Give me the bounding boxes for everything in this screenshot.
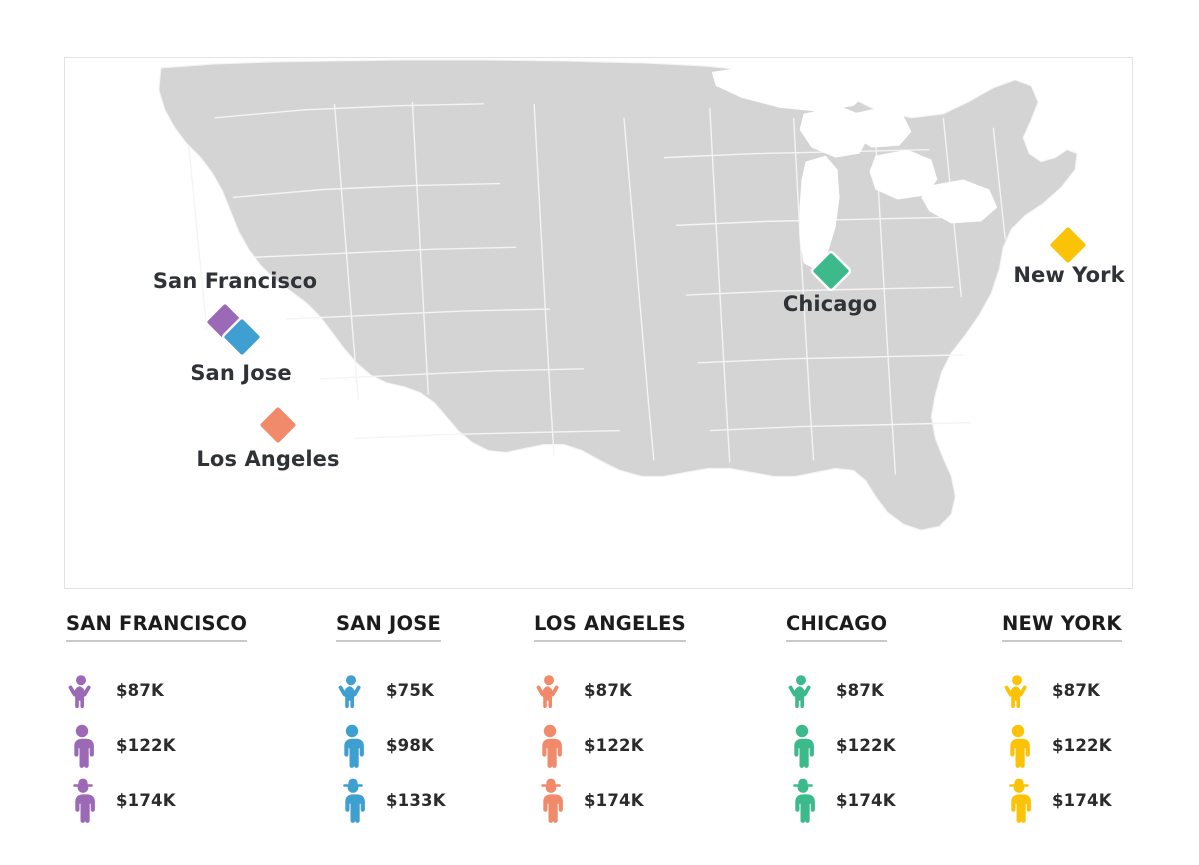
child-figure-icon xyxy=(68,674,91,708)
child-figure-icon xyxy=(1002,674,1042,708)
legend-value: $174K xyxy=(116,791,176,810)
legend-rows: $87K $122K $174K xyxy=(66,663,247,828)
city-label-san-francisco: San Francisco xyxy=(152,269,318,293)
legend-row: $174K xyxy=(1002,773,1122,828)
city-label-chicago: Chicago xyxy=(782,292,878,316)
adult-figure-icon xyxy=(344,724,364,768)
legend-row: $174K xyxy=(786,773,896,828)
legend-row: $122K xyxy=(66,718,247,773)
legend-value: $87K xyxy=(836,681,885,700)
adult-figure-icon xyxy=(1010,724,1030,768)
hatted-figure-icon xyxy=(73,778,95,823)
hatted-figure-icon xyxy=(336,778,376,824)
legend-value: $75K xyxy=(386,681,435,700)
child-figure-icon xyxy=(788,674,811,708)
legend-value: $133K xyxy=(386,791,446,810)
legend-row: $98K xyxy=(336,718,446,773)
legend-value: $87K xyxy=(1052,681,1101,700)
child-figure-icon xyxy=(534,674,574,708)
legend-value: $122K xyxy=(836,736,896,755)
map-panel: San Francisco San Jose Los Angeles Chicago N… xyxy=(64,57,1133,589)
legend-row: $133K xyxy=(336,773,446,828)
legend: SAN FRANCISCO $87K $122K $174K SAN JOSE $75K $… xyxy=(0,612,1199,842)
legend-heading-san-francisco: SAN FRANCISCO xyxy=(66,612,248,642)
hatted-figure-icon xyxy=(786,778,826,824)
adult-figure-icon xyxy=(336,724,376,768)
legend-row: $87K xyxy=(786,663,896,718)
legend-row: $174K xyxy=(534,773,686,828)
hatted-figure-icon xyxy=(66,778,106,824)
legend-row: $122K xyxy=(786,718,896,773)
legend-value: $87K xyxy=(584,681,633,700)
child-figure-icon xyxy=(786,674,826,708)
child-figure-icon xyxy=(338,674,361,708)
legend-row: $122K xyxy=(1002,718,1122,773)
adult-figure-icon xyxy=(542,724,562,768)
hatted-figure-icon xyxy=(343,778,365,823)
legend-value: $174K xyxy=(1052,791,1112,810)
legend-row: $87K xyxy=(534,663,686,718)
legend-value: $122K xyxy=(1052,736,1112,755)
legend-row: $174K xyxy=(66,773,247,828)
adult-figure-icon xyxy=(534,724,574,768)
city-label-new-york: New York xyxy=(1013,263,1125,287)
child-figure-icon xyxy=(1004,674,1027,708)
legend-value: $87K xyxy=(116,681,165,700)
child-figure-icon xyxy=(336,674,376,708)
legend-column-san-francisco: SAN FRANCISCO $87K $122K $174K xyxy=(66,612,248,828)
legend-value: $174K xyxy=(584,791,644,810)
city-label-san-jose: San Jose xyxy=(190,361,292,385)
legend-value: $174K xyxy=(836,791,896,810)
legend-rows: $87K $122K $174K xyxy=(786,663,896,828)
legend-column-los-angeles: LOS ANGELES $87K $122K $174K xyxy=(534,612,686,828)
legend-row: $87K xyxy=(66,663,247,718)
legend-value: $122K xyxy=(584,736,644,755)
legend-heading-los-angeles: LOS ANGELES xyxy=(534,612,686,642)
legend-row: $87K xyxy=(1002,663,1122,718)
legend-row: $75K xyxy=(336,663,446,718)
hatted-figure-icon xyxy=(1009,778,1031,823)
adult-figure-icon xyxy=(74,724,94,768)
adult-figure-icon xyxy=(66,724,106,768)
legend-value: $122K xyxy=(116,736,176,755)
legend-heading-new-york: NEW YORK xyxy=(1002,612,1122,642)
adult-figure-icon xyxy=(794,724,814,768)
legend-column-san-jose: SAN JOSE $75K $98K $133K xyxy=(336,612,446,828)
legend-heading-chicago: CHICAGO xyxy=(786,612,888,642)
legend-row: $122K xyxy=(534,718,686,773)
legend-column-new-york: NEW YORK $87K $122K $174K xyxy=(1002,612,1122,828)
hatted-figure-icon xyxy=(793,778,815,823)
hatted-figure-icon xyxy=(1002,778,1042,824)
legend-heading-san-jose: SAN JOSE xyxy=(336,612,442,642)
legend-rows: $87K $122K $174K xyxy=(534,663,686,828)
adult-figure-icon xyxy=(786,724,826,768)
legend-rows: $87K $122K $174K xyxy=(1002,663,1122,828)
adult-figure-icon xyxy=(1002,724,1042,768)
legend-value: $98K xyxy=(386,736,435,755)
hatted-figure-icon xyxy=(541,778,563,823)
legend-rows: $75K $98K $133K xyxy=(336,663,446,828)
legend-column-chicago: CHICAGO $87K $122K $174K xyxy=(786,612,896,828)
hatted-figure-icon xyxy=(534,778,574,824)
city-label-los-angeles: Los Angeles xyxy=(196,447,340,471)
child-figure-icon xyxy=(66,674,106,708)
child-figure-icon xyxy=(536,674,559,708)
